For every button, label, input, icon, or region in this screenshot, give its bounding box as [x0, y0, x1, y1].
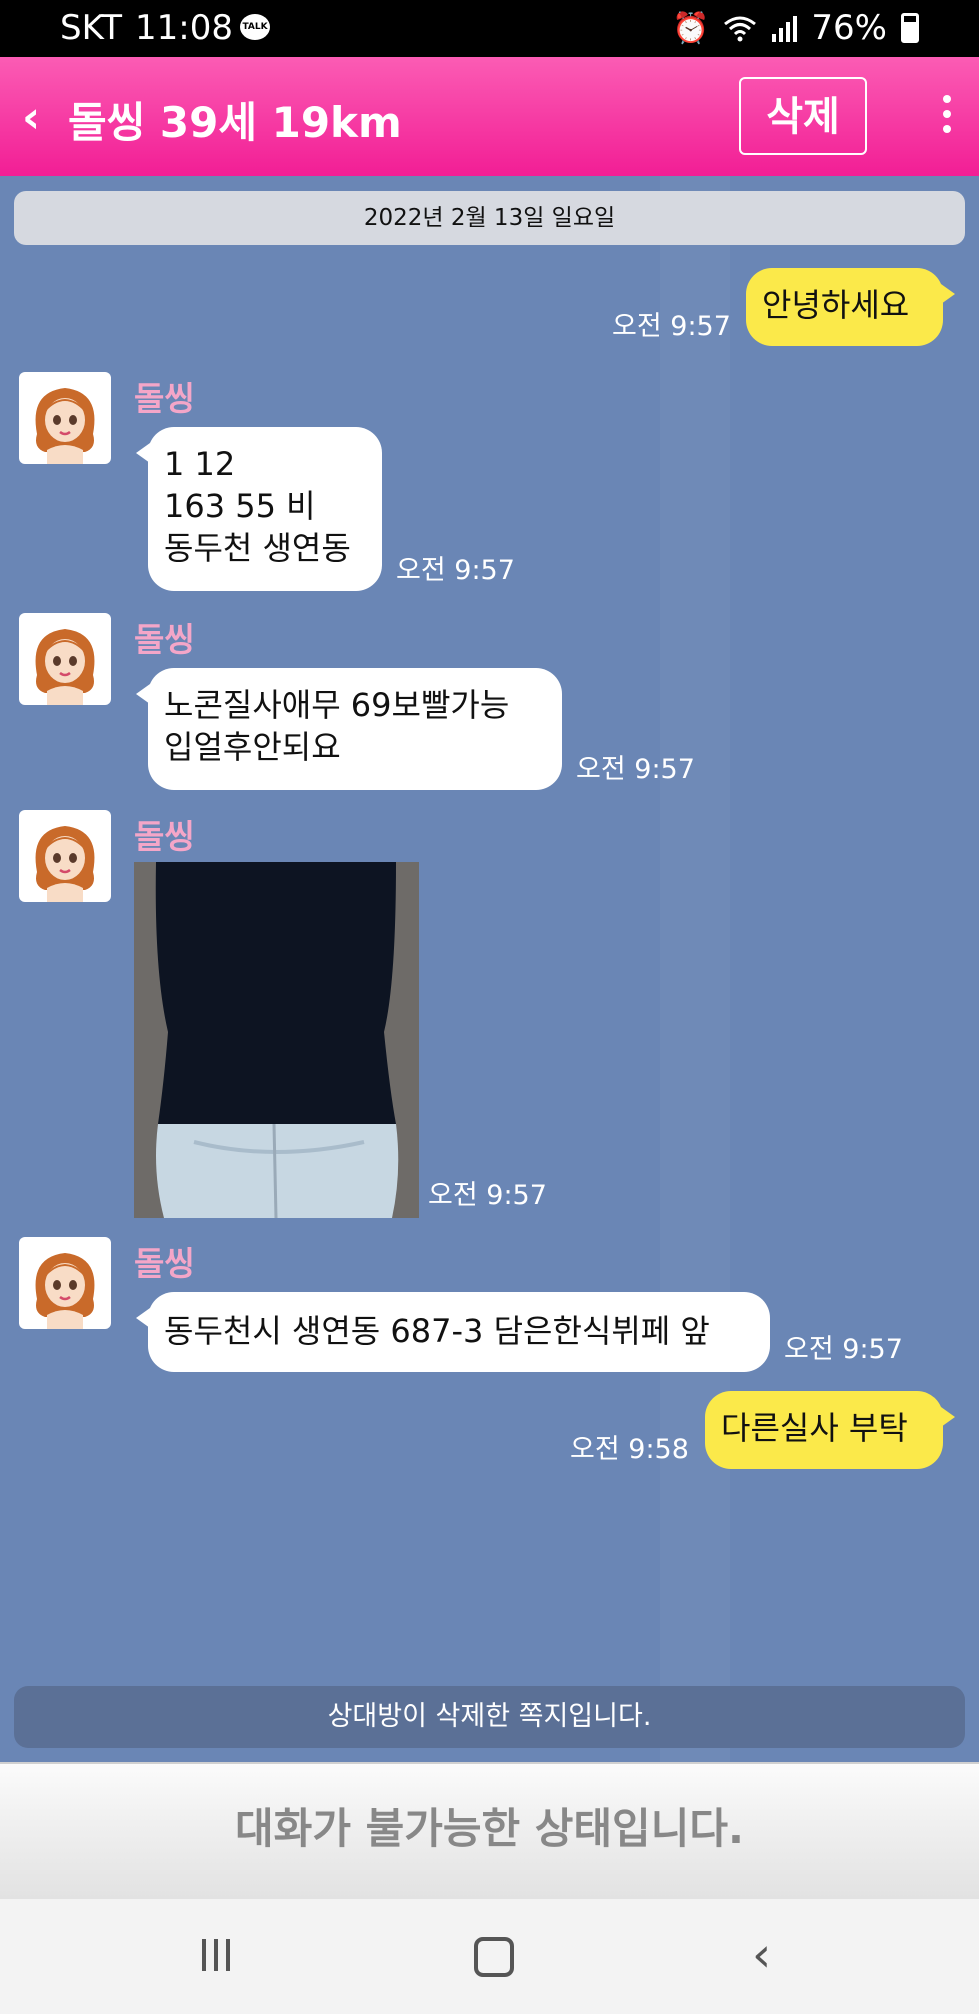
- message-time: 오전 9:58: [570, 1434, 689, 1465]
- avatar-icon: [35, 1253, 95, 1329]
- incoming-message[interactable]: 동두천시 생연동 687-3 담은한식뷔페 앞: [136, 1292, 770, 1372]
- alarm-icon: ⏰: [672, 10, 710, 46]
- navigation-bar: ‹: [0, 1899, 979, 2014]
- message-line: 동두천 생연동: [164, 529, 351, 567]
- delete-button[interactable]: 삭제: [739, 77, 867, 155]
- back-icon[interactable]: ‹: [22, 92, 40, 143]
- back-nav-icon[interactable]: ‹: [752, 1927, 771, 1983]
- message-time: 오전 9:57: [612, 311, 731, 342]
- outgoing-message[interactable]: 다른실사 부탁: [705, 1391, 955, 1469]
- avatar-icon: [35, 826, 95, 902]
- incoming-message[interactable]: 노콘질사애무 69보빨가능 입얼후안되요: [136, 668, 562, 790]
- photo-image: [134, 862, 419, 1218]
- wifi-icon: [724, 16, 757, 42]
- status-bar: SKT 11:08 TALK ⏰ 76%: [0, 0, 979, 57]
- battery-icon: [901, 13, 919, 43]
- message-line: 입얼후안되요: [164, 728, 341, 766]
- kakaotalk-icon: TALK: [240, 14, 270, 40]
- battery-percent: 76%: [811, 8, 887, 48]
- deleted-notice: 상대방이 삭제한 쪽지입니다.: [14, 1686, 965, 1748]
- avatar[interactable]: [19, 1237, 111, 1329]
- sender-name: 돌씽: [134, 1244, 195, 1283]
- message-text: 다른실사 부탁: [721, 1409, 908, 1447]
- message-time: 오전 9:57: [396, 555, 515, 586]
- message-text: 동두천시 생연동 687-3 담은한식뷔페 앞: [164, 1312, 710, 1350]
- message-text: 안녕하세요: [762, 286, 910, 324]
- date-divider: 2022년 2월 13일 일요일: [14, 191, 965, 245]
- avatar-icon: [35, 629, 95, 705]
- sender-name: 돌씽: [134, 379, 195, 418]
- message-line: 노콘질사애무 69보빨가능: [164, 686, 510, 724]
- sender-name: 돌씽: [134, 817, 195, 856]
- photo-message[interactable]: [134, 862, 419, 1218]
- incoming-message[interactable]: 1 12 163 55 비 동두천 생연동: [136, 427, 382, 591]
- message-line: 163 55 비: [164, 487, 316, 525]
- outgoing-message[interactable]: 안녕하세요: [746, 268, 955, 346]
- message-line: 1 12: [164, 445, 236, 483]
- avatar[interactable]: [19, 613, 111, 705]
- message-time: 오전 9:57: [428, 1180, 547, 1211]
- chat-title: 돌씽 39세 19km: [68, 98, 402, 147]
- carrier-label: SKT: [60, 8, 123, 48]
- status-icons: ⏰ 76%: [672, 8, 919, 48]
- message-time: 오전 9:57: [784, 1334, 903, 1365]
- chat-unavailable-footer: 대화가 불가능한 상태입니다.: [0, 1762, 979, 1899]
- recent-apps-icon[interactable]: [202, 1939, 230, 1971]
- home-icon[interactable]: [474, 1937, 514, 1977]
- chat-header: ‹ 돌씽 39세 19km 삭제: [0, 57, 979, 176]
- message-time: 오전 9:57: [576, 754, 695, 785]
- avatar[interactable]: [19, 810, 111, 902]
- sender-name: 돌씽: [134, 620, 195, 659]
- signal-icon: [772, 16, 798, 42]
- chat-area[interactable]: 2022년 2월 13일 일요일 오전 9:57 안녕하세요 돌씽 1 12 1…: [0, 176, 979, 1762]
- more-options-icon[interactable]: [943, 95, 951, 140]
- avatar-icon: [35, 388, 95, 464]
- avatar[interactable]: [19, 372, 111, 464]
- status-time: 11:08: [135, 8, 233, 48]
